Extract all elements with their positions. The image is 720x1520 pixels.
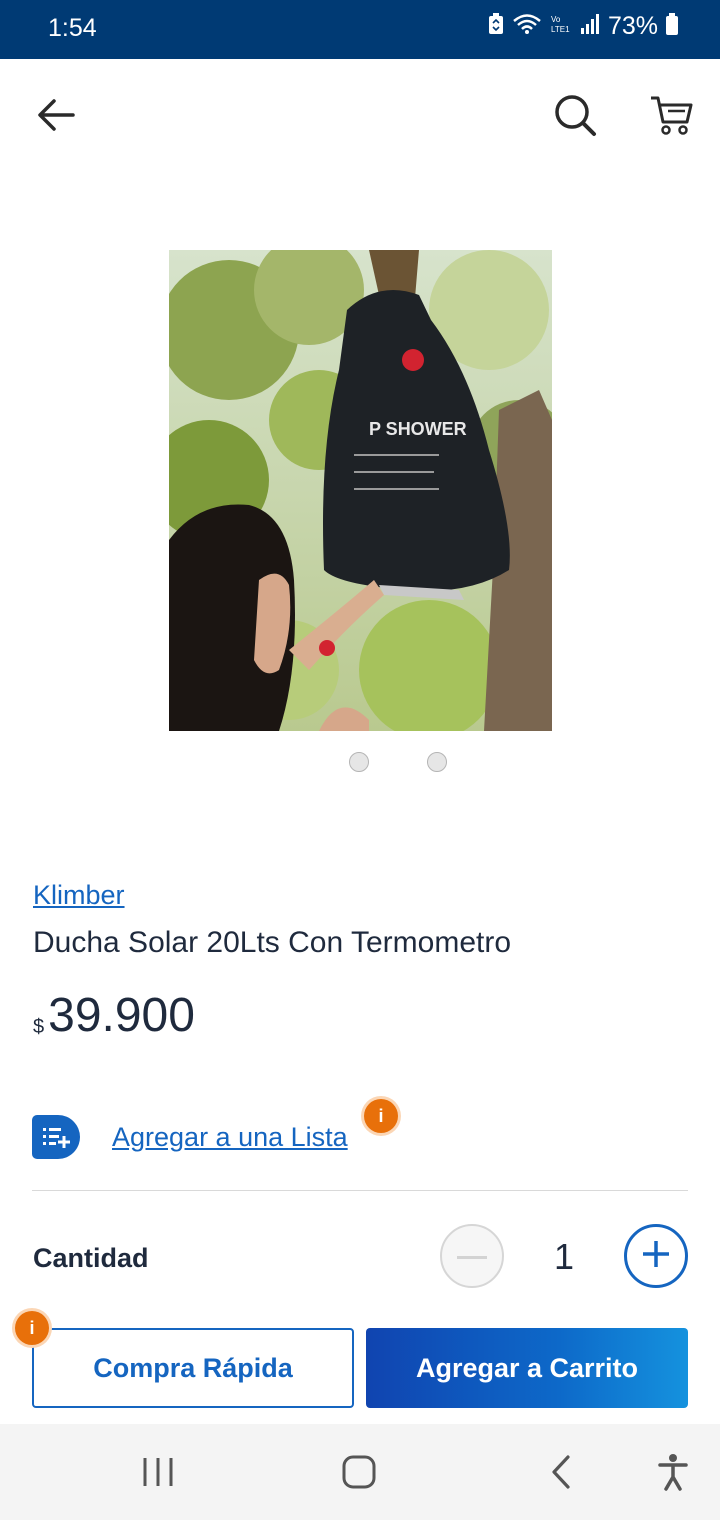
- recent-apps-icon: [141, 1456, 175, 1493]
- top-app-bar: [0, 59, 720, 171]
- battery-saver-icon: [488, 13, 504, 40]
- home-button[interactable]: [334, 1452, 384, 1496]
- product-image[interactable]: P SHOWER: [169, 250, 552, 731]
- add-to-list-link[interactable]: Agregar a una Lista: [112, 1122, 348, 1153]
- system-back-button[interactable]: [538, 1452, 584, 1496]
- quick-buy-label: Compra Rápida: [93, 1352, 293, 1383]
- status-icons: Vo LTE1 73%: [488, 12, 678, 41]
- carousel-dot[interactable]: [427, 752, 447, 772]
- back-button[interactable]: [32, 95, 80, 139]
- battery-percentage: 73%: [607, 12, 658, 40]
- recent-apps-button[interactable]: [133, 1454, 183, 1494]
- carousel-indicator: [349, 752, 447, 772]
- quick-buy-info-badge[interactable]: i: [15, 1311, 49, 1345]
- price-currency: $: [33, 1016, 45, 1038]
- brand-link[interactable]: Klimber: [33, 880, 125, 911]
- svg-text:Vo: Vo: [551, 15, 561, 24]
- add-to-list-icon[interactable]: [32, 1115, 80, 1159]
- battery-icon: [666, 13, 678, 40]
- product-image-text: P SHOWER: [369, 419, 467, 439]
- add-to-cart-label: Agregar a Carrito: [415, 1352, 639, 1383]
- add-to-cart-button[interactable]: Agregar a Carrito: [366, 1328, 688, 1408]
- list-info-badge[interactable]: i: [364, 1099, 398, 1133]
- plus-icon: [641, 1239, 671, 1274]
- quick-buy-button[interactable]: Compra Rápida: [32, 1328, 354, 1408]
- accessibility-icon: [657, 1453, 689, 1496]
- svg-text:LTE1: LTE1: [551, 25, 570, 34]
- quantity-increment-button[interactable]: [624, 1224, 688, 1288]
- cart-icon: [649, 94, 693, 141]
- arrow-left-icon: [37, 98, 75, 137]
- cart-button[interactable]: [646, 92, 696, 142]
- status-bar: 1:54 Vo LTE1 73%: [0, 0, 720, 59]
- quantity-value: 1: [553, 1236, 575, 1277]
- home-icon: [342, 1455, 376, 1494]
- accessibility-button[interactable]: [648, 1452, 698, 1496]
- wifi-icon: [512, 13, 542, 40]
- search-icon: [553, 93, 597, 142]
- quantity-decrement-button[interactable]: [440, 1224, 504, 1288]
- minus-icon: [457, 1247, 487, 1265]
- status-time: 1:54: [48, 14, 97, 42]
- signal-icon: [580, 14, 600, 39]
- search-button[interactable]: [550, 92, 600, 142]
- carousel-dot[interactable]: [349, 752, 369, 772]
- back-icon: [551, 1454, 571, 1494]
- quantity-label: Cantidad: [33, 1243, 149, 1273]
- product-photo: P SHOWER: [169, 250, 552, 731]
- volte-icon: Vo LTE1: [550, 13, 572, 40]
- price-amount: 39.900: [48, 989, 195, 1042]
- system-navigation-bar: [0, 1424, 720, 1520]
- product-title: Ducha Solar 20Lts Con Termometro: [33, 926, 512, 959]
- divider: [32, 1190, 688, 1191]
- product-price: $ 39.900: [33, 988, 195, 1043]
